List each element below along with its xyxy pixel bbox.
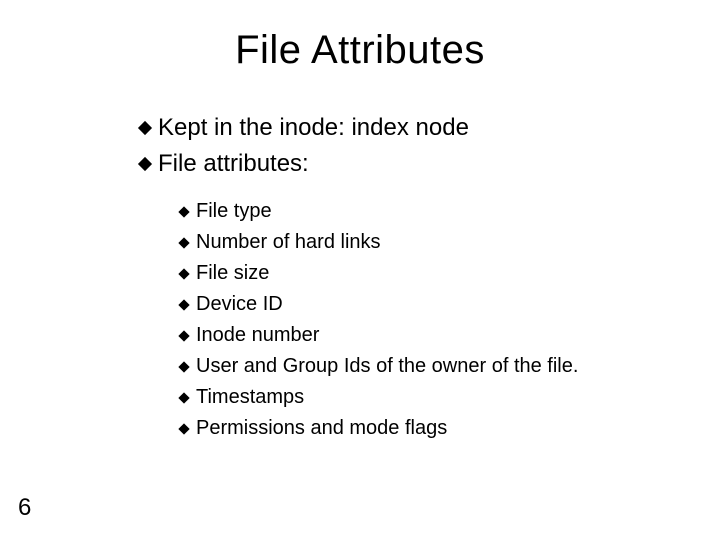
diamond-bullet-icon (178, 268, 189, 279)
list-item-text: User and Group Ids of the owner of the f… (196, 351, 578, 382)
diamond-bullet-icon (178, 206, 189, 217)
list-item-text: Timestamps (196, 382, 304, 413)
bullet-list-level-1: Kept in the inode: index node File attri… (140, 110, 469, 182)
list-item: File attributes: (140, 146, 469, 182)
diamond-bullet-icon (138, 157, 152, 171)
diamond-bullet-icon (178, 330, 189, 341)
list-item: File type (180, 196, 578, 227)
diamond-bullet-icon (138, 121, 152, 135)
list-item-text: Permissions and mode flags (196, 413, 447, 444)
list-item-text: File type (196, 196, 272, 227)
diamond-bullet-icon (178, 237, 189, 248)
slide: File Attributes Kept in the inode: index… (0, 0, 720, 540)
list-item: Timestamps (180, 382, 578, 413)
list-item-text: File attributes: (158, 146, 309, 182)
list-item-text: Inode number (196, 320, 319, 351)
bullet-list-level-2: File type Number of hard links File size… (180, 196, 578, 444)
list-item-text: Device ID (196, 289, 283, 320)
list-item: User and Group Ids of the owner of the f… (180, 351, 578, 382)
list-item-text: File size (196, 258, 269, 289)
diamond-bullet-icon (178, 361, 189, 372)
list-item: Kept in the inode: index node (140, 110, 469, 146)
list-item-text: Kept in the inode: index node (158, 110, 469, 146)
diamond-bullet-icon (178, 299, 189, 310)
list-item: Inode number (180, 320, 578, 351)
list-item: Device ID (180, 289, 578, 320)
diamond-bullet-icon (178, 392, 189, 403)
page-number: 6 (18, 494, 31, 522)
list-item-text: Number of hard links (196, 227, 381, 258)
list-item: Number of hard links (180, 227, 578, 258)
list-item: Permissions and mode flags (180, 413, 578, 444)
diamond-bullet-icon (178, 423, 189, 434)
slide-title: File Attributes (0, 28, 720, 73)
list-item: File size (180, 258, 578, 289)
